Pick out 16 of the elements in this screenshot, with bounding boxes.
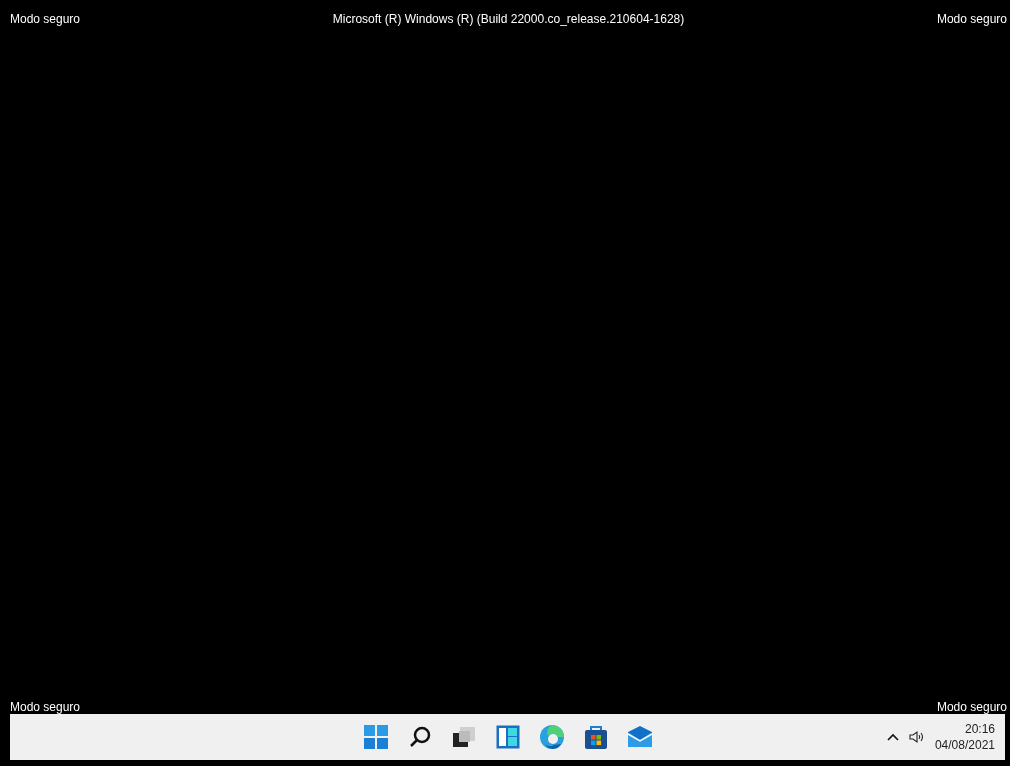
build-version-text: Microsoft (R) Windows (R) (Build 22000.co_release.210604-1628) xyxy=(332,12,685,26)
widgets-icon xyxy=(496,725,521,749)
clock-time[interactable]: 20:16 xyxy=(964,721,995,737)
browser-icon xyxy=(539,724,566,750)
search-icon xyxy=(409,726,432,748)
store-icon xyxy=(584,724,609,750)
safe-mode-label: Modo seguro xyxy=(936,12,1007,26)
safe-mode-label: Modo seguro xyxy=(936,701,1007,714)
speaker-icon[interactable] xyxy=(908,730,925,744)
chevron-up-icon[interactable] xyxy=(886,733,899,741)
start-icon xyxy=(364,725,389,749)
safe-mode-label: Modo seguro xyxy=(10,12,81,26)
task-view-icon xyxy=(452,726,477,748)
mail-icon xyxy=(627,726,654,748)
clock-date[interactable]: 04/08/2021 xyxy=(934,737,995,753)
safe-mode-label: Modo seguro xyxy=(10,701,81,714)
